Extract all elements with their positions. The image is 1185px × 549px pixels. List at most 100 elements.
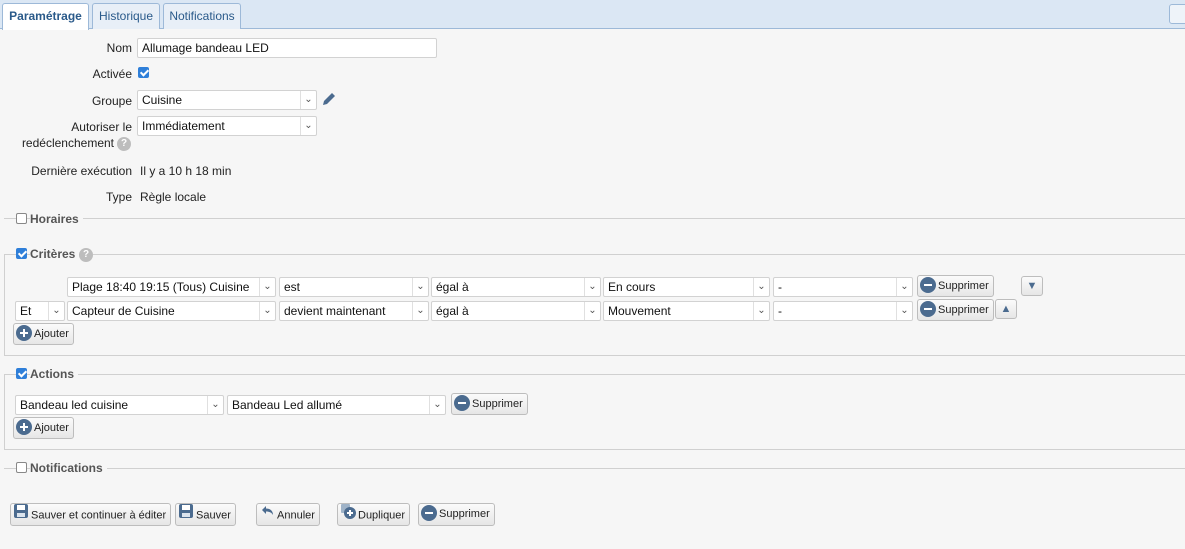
- name-input[interactable]: Allumage bandeau LED: [137, 38, 437, 58]
- move-up-button[interactable]: ▲: [995, 299, 1017, 319]
- chevron-down-icon: ⌄: [753, 302, 769, 320]
- horaires-divider: [4, 218, 1185, 219]
- criterion-delete-button[interactable]: Supprimer: [917, 275, 994, 297]
- retrigger-select[interactable]: Immédiatement ⌄: [137, 116, 317, 136]
- tab-parametrage[interactable]: Paramétrage: [2, 3, 89, 30]
- cancel-label: Annuler: [277, 509, 315, 522]
- group-select[interactable]: Cuisine ⌄: [137, 90, 317, 110]
- criterion-op-select[interactable]: égal à ⌄: [431, 277, 601, 297]
- action-device-select[interactable]: Bandeau led cuisine ⌄: [15, 395, 224, 415]
- chevron-down-icon: ⌄: [584, 278, 600, 296]
- chevron-down-icon: ⌄: [412, 278, 428, 296]
- actions-checkbox[interactable]: [16, 368, 27, 379]
- criterion-op-value: égal à: [436, 280, 469, 294]
- minus-circle-icon: [920, 277, 936, 294]
- criterion-subject-select[interactable]: Capteur de Cuisine ⌄: [67, 301, 276, 321]
- actions-divider: [4, 374, 1185, 375]
- criterion-conj-select[interactable]: Et ⌄: [15, 301, 65, 321]
- minus-circle-icon: [920, 301, 936, 318]
- delete-button[interactable]: Supprimer: [418, 503, 495, 526]
- minus-circle-icon: [454, 395, 470, 412]
- notifications-checkbox[interactable]: [16, 462, 27, 473]
- triangle-down-icon: ▼: [1026, 280, 1038, 292]
- criterion-extra-select[interactable]: - ⌄: [773, 301, 913, 321]
- criterion-delete-label: Supprimer: [938, 304, 989, 316]
- criterion-verb-value: devient maintenant: [284, 304, 386, 318]
- action-scene-value: Bandeau Led allumé: [232, 398, 343, 412]
- notifications-divider: [4, 468, 1185, 469]
- horaires-checkbox[interactable]: [16, 213, 27, 224]
- duplicate-icon: [340, 503, 356, 526]
- chevron-down-icon: ⌄: [412, 302, 428, 320]
- window-corner-button[interactable]: [1169, 4, 1185, 24]
- help-icon[interactable]: ?: [79, 248, 93, 262]
- criterion-value-value: En cours: [608, 280, 656, 294]
- criterion-conj-value: Et: [20, 304, 32, 318]
- action-delete-button[interactable]: Supprimer: [451, 393, 528, 415]
- tab-historique[interactable]: Historique: [92, 3, 160, 29]
- save-continue-button[interactable]: Sauver et continuer à éditer: [10, 503, 172, 526]
- chevron-down-icon: ⌄: [896, 302, 912, 320]
- chevron-down-icon: ⌄: [259, 302, 275, 320]
- horaires-title: Horaires: [30, 212, 83, 226]
- add-action-label: Ajouter: [34, 422, 69, 434]
- active-checkbox[interactable]: [138, 67, 149, 78]
- chevron-down-icon: ⌄: [300, 91, 316, 109]
- plus-circle-icon: [16, 325, 32, 342]
- criterion-delete-button[interactable]: Supprimer: [917, 299, 994, 321]
- last-exec-label: Dernière exécution: [31, 164, 132, 178]
- duplicate-button[interactable]: Dupliquer: [337, 503, 411, 526]
- criteres-divider: [4, 254, 1185, 255]
- delete-label: Supprimer: [439, 508, 490, 520]
- last-exec-value: Il y a 10 h 18 min: [140, 164, 232, 178]
- criterion-verb-select[interactable]: devient maintenant ⌄: [279, 301, 429, 321]
- group-select-value: Cuisine: [142, 93, 183, 107]
- add-criterion-label: Ajouter: [34, 328, 69, 340]
- retrigger-select-value: Immédiatement: [142, 119, 225, 133]
- chevron-down-icon: ⌄: [207, 396, 223, 414]
- tab-bar: Paramétrage Historique Notifications: [0, 0, 1185, 30]
- plus-circle-icon: [16, 419, 32, 436]
- retrigger-label-line1: Autoriser le: [71, 120, 132, 134]
- action-scene-select[interactable]: Bandeau Led allumé ⌄: [227, 395, 446, 415]
- chevron-down-icon: ⌄: [896, 278, 912, 296]
- retrigger-label-line2: redéclenchement: [21, 136, 114, 150]
- actions-title: Actions: [30, 367, 79, 381]
- group-label: Groupe: [91, 94, 132, 108]
- move-down-button[interactable]: ▼: [1021, 276, 1043, 296]
- criterion-subject-value: Capteur de Cuisine: [72, 304, 175, 318]
- criterion-op-value: égal à: [436, 304, 469, 318]
- cancel-button[interactable]: Annuler: [256, 503, 320, 526]
- save-continue-label: Sauver et continuer à éditer: [31, 509, 167, 522]
- criterion-extra-value: -: [778, 280, 782, 294]
- criterion-op-select[interactable]: égal à ⌄: [431, 301, 601, 321]
- criteres-checkbox[interactable]: [16, 248, 27, 259]
- tab-notifications[interactable]: Notifications: [163, 3, 241, 29]
- chevron-down-icon: ⌄: [584, 302, 600, 320]
- floppy-disk-icon: [13, 503, 29, 526]
- criterion-extra-select[interactable]: - ⌄: [773, 277, 913, 297]
- undo-icon: [259, 503, 275, 526]
- chevron-down-icon: ⌄: [429, 396, 445, 414]
- criterion-verb-value: est: [284, 280, 301, 294]
- duplicate-label: Dupliquer: [358, 509, 406, 522]
- chevron-down-icon: ⌄: [259, 278, 275, 296]
- criterion-value-select[interactable]: Mouvement ⌄: [603, 301, 770, 321]
- save-label: Sauver: [196, 509, 231, 522]
- criterion-value-select[interactable]: En cours ⌄: [603, 277, 770, 297]
- criterion-subject-value: Plage 18:40 19:15 (Tous) Cuisine: [72, 280, 250, 294]
- pencil-icon[interactable]: [320, 90, 338, 111]
- action-delete-label: Supprimer: [472, 398, 523, 410]
- chevron-down-icon: ⌄: [753, 278, 769, 296]
- criterion-verb-select[interactable]: est ⌄: [279, 277, 429, 297]
- add-action-button[interactable]: Ajouter: [13, 417, 74, 439]
- criteres-title: Critères: [30, 247, 80, 261]
- add-criterion-button[interactable]: Ajouter: [13, 323, 74, 345]
- chevron-down-icon: ⌄: [48, 302, 64, 320]
- save-button[interactable]: Sauver: [175, 503, 236, 526]
- action-device-value: Bandeau led cuisine: [20, 398, 129, 412]
- help-icon[interactable]: ?: [117, 137, 131, 151]
- type-label: Type: [105, 190, 132, 204]
- criterion-subject-select[interactable]: Plage 18:40 19:15 (Tous) Cuisine ⌄: [67, 277, 276, 297]
- type-value: Règle locale: [140, 190, 207, 204]
